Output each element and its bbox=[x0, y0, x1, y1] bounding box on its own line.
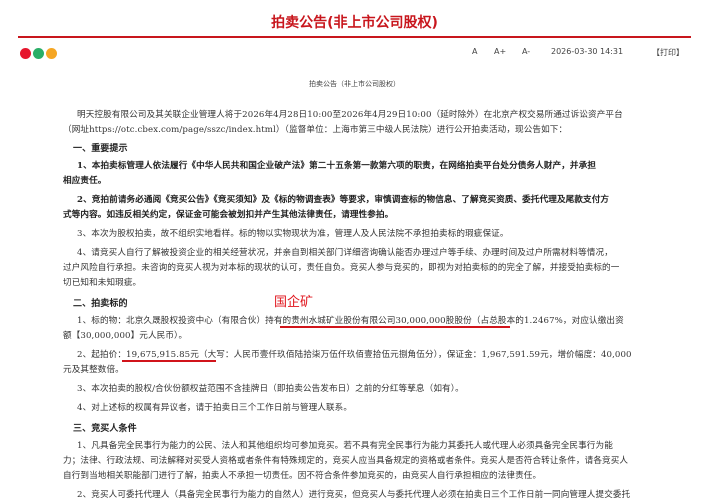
paragraph-line: 额【30,000,000】元人民币）。 bbox=[63, 331, 188, 341]
section-heading: 二、拍卖标的 bbox=[73, 299, 128, 309]
paragraph-line: 4、对上述标的权属有异议者，请于拍卖日三个工作日前与管理人联系。 bbox=[77, 403, 353, 413]
font-small-button[interactable]: A bbox=[472, 47, 477, 56]
section-heading: 三、竞买人条件 bbox=[73, 424, 137, 434]
paragraph-line: 自行到当地相关职能部门进行了解，拍卖人不承担一切责任。因不符合条件参加竞买的，由… bbox=[63, 471, 542, 481]
paragraph-line: 相应责任。 bbox=[63, 176, 107, 186]
font-large-button[interactable]: A+ bbox=[494, 47, 506, 56]
paragraph-line: 切已知和未知瑕疵。 bbox=[63, 278, 142, 288]
section-heading: 一、重要提示 bbox=[73, 144, 128, 154]
paragraph-line: 2、起拍价：19,675,915.85元（大写：人民币壹仟玖佰陆拾柒万伍仟玖佰壹… bbox=[77, 350, 632, 360]
intro-line: （网址https://otc.cbex.com/page/sszc/index.… bbox=[63, 125, 568, 135]
highlight-underline bbox=[122, 360, 216, 362]
document-subtitle: 拍卖公告（非上市公司股权） bbox=[309, 80, 400, 88]
weibo-share-icon[interactable] bbox=[20, 48, 31, 59]
paragraph-line: 2、竞拍前请务必通阅《竞买公告》《竞买须知》及《标的物调查表》等要求，审慎调查标… bbox=[77, 195, 610, 205]
paragraph-line: 1、凡具备完全民事行为能力的公民、法人和其他组织均可参加竞买。若不具有完全民事行… bbox=[77, 441, 613, 451]
paragraph-line: 3、本次拍卖的股权/合伙份额权益范围不含挂牌日（即拍卖公告发布日）之前的分红等孳… bbox=[77, 384, 464, 394]
share-bar bbox=[20, 48, 57, 59]
font-reset-button[interactable]: A- bbox=[522, 47, 530, 56]
handwritten-annotation: 国企矿 bbox=[274, 295, 314, 310]
paragraph-line: 2、竞买人可委托代理人（具备完全民事行为能力的自然人）进行竞买，但竞买人与委托代… bbox=[77, 490, 631, 500]
intro-line: 明天控股有限公司及其关联企业管理人将于2026年4月28日10:00至2026年… bbox=[77, 110, 623, 120]
paragraph-line: 式等内容。如违反相关约定，保证金可能会被划扣并产生其他法律责任，请理性参拍。 bbox=[63, 210, 394, 220]
paragraph-line: 过户风险自行承担。未咨询的竞买人视为对本标的现状的认可，责任自负。竞买人参与竞买… bbox=[63, 263, 620, 273]
print-button[interactable]: 【打印】 bbox=[652, 47, 684, 58]
page-title: 拍卖公告(非上市公司股权) bbox=[271, 15, 438, 31]
paragraph-line: 3、本次为股权拍卖，故不组织实地看样。标的物以实物现状为准，管理人及人民法院不承… bbox=[77, 229, 509, 239]
paragraph-line: 4、请竞买人自行了解被投资企业的相关经营状况，并亲自到相关部门详细咨询确认能否办… bbox=[77, 248, 613, 258]
qzone-share-icon[interactable] bbox=[46, 48, 57, 59]
paragraph-line: 元及其整数倍。 bbox=[63, 365, 124, 375]
highlight-underline bbox=[280, 326, 510, 328]
paragraph-line: 1、标的物：北京久晟股权投资中心（有限合伙）持有的贵州水城矿业股份有限公司30,… bbox=[77, 316, 624, 326]
wechat-share-icon[interactable] bbox=[33, 48, 44, 59]
title-divider bbox=[18, 36, 691, 38]
paragraph-line: 力；法律、行政法规、司法解释对买受人资格或者条件有特殊规定的，竞买人应当具备规定… bbox=[63, 456, 629, 466]
publish-date: 2026-03-30 14:31 bbox=[551, 47, 624, 56]
paragraph-line: 1、本拍卖标管理人依法履行《中华人民共和国企业破产法》第二十五条第一款第六项的职… bbox=[77, 161, 597, 171]
